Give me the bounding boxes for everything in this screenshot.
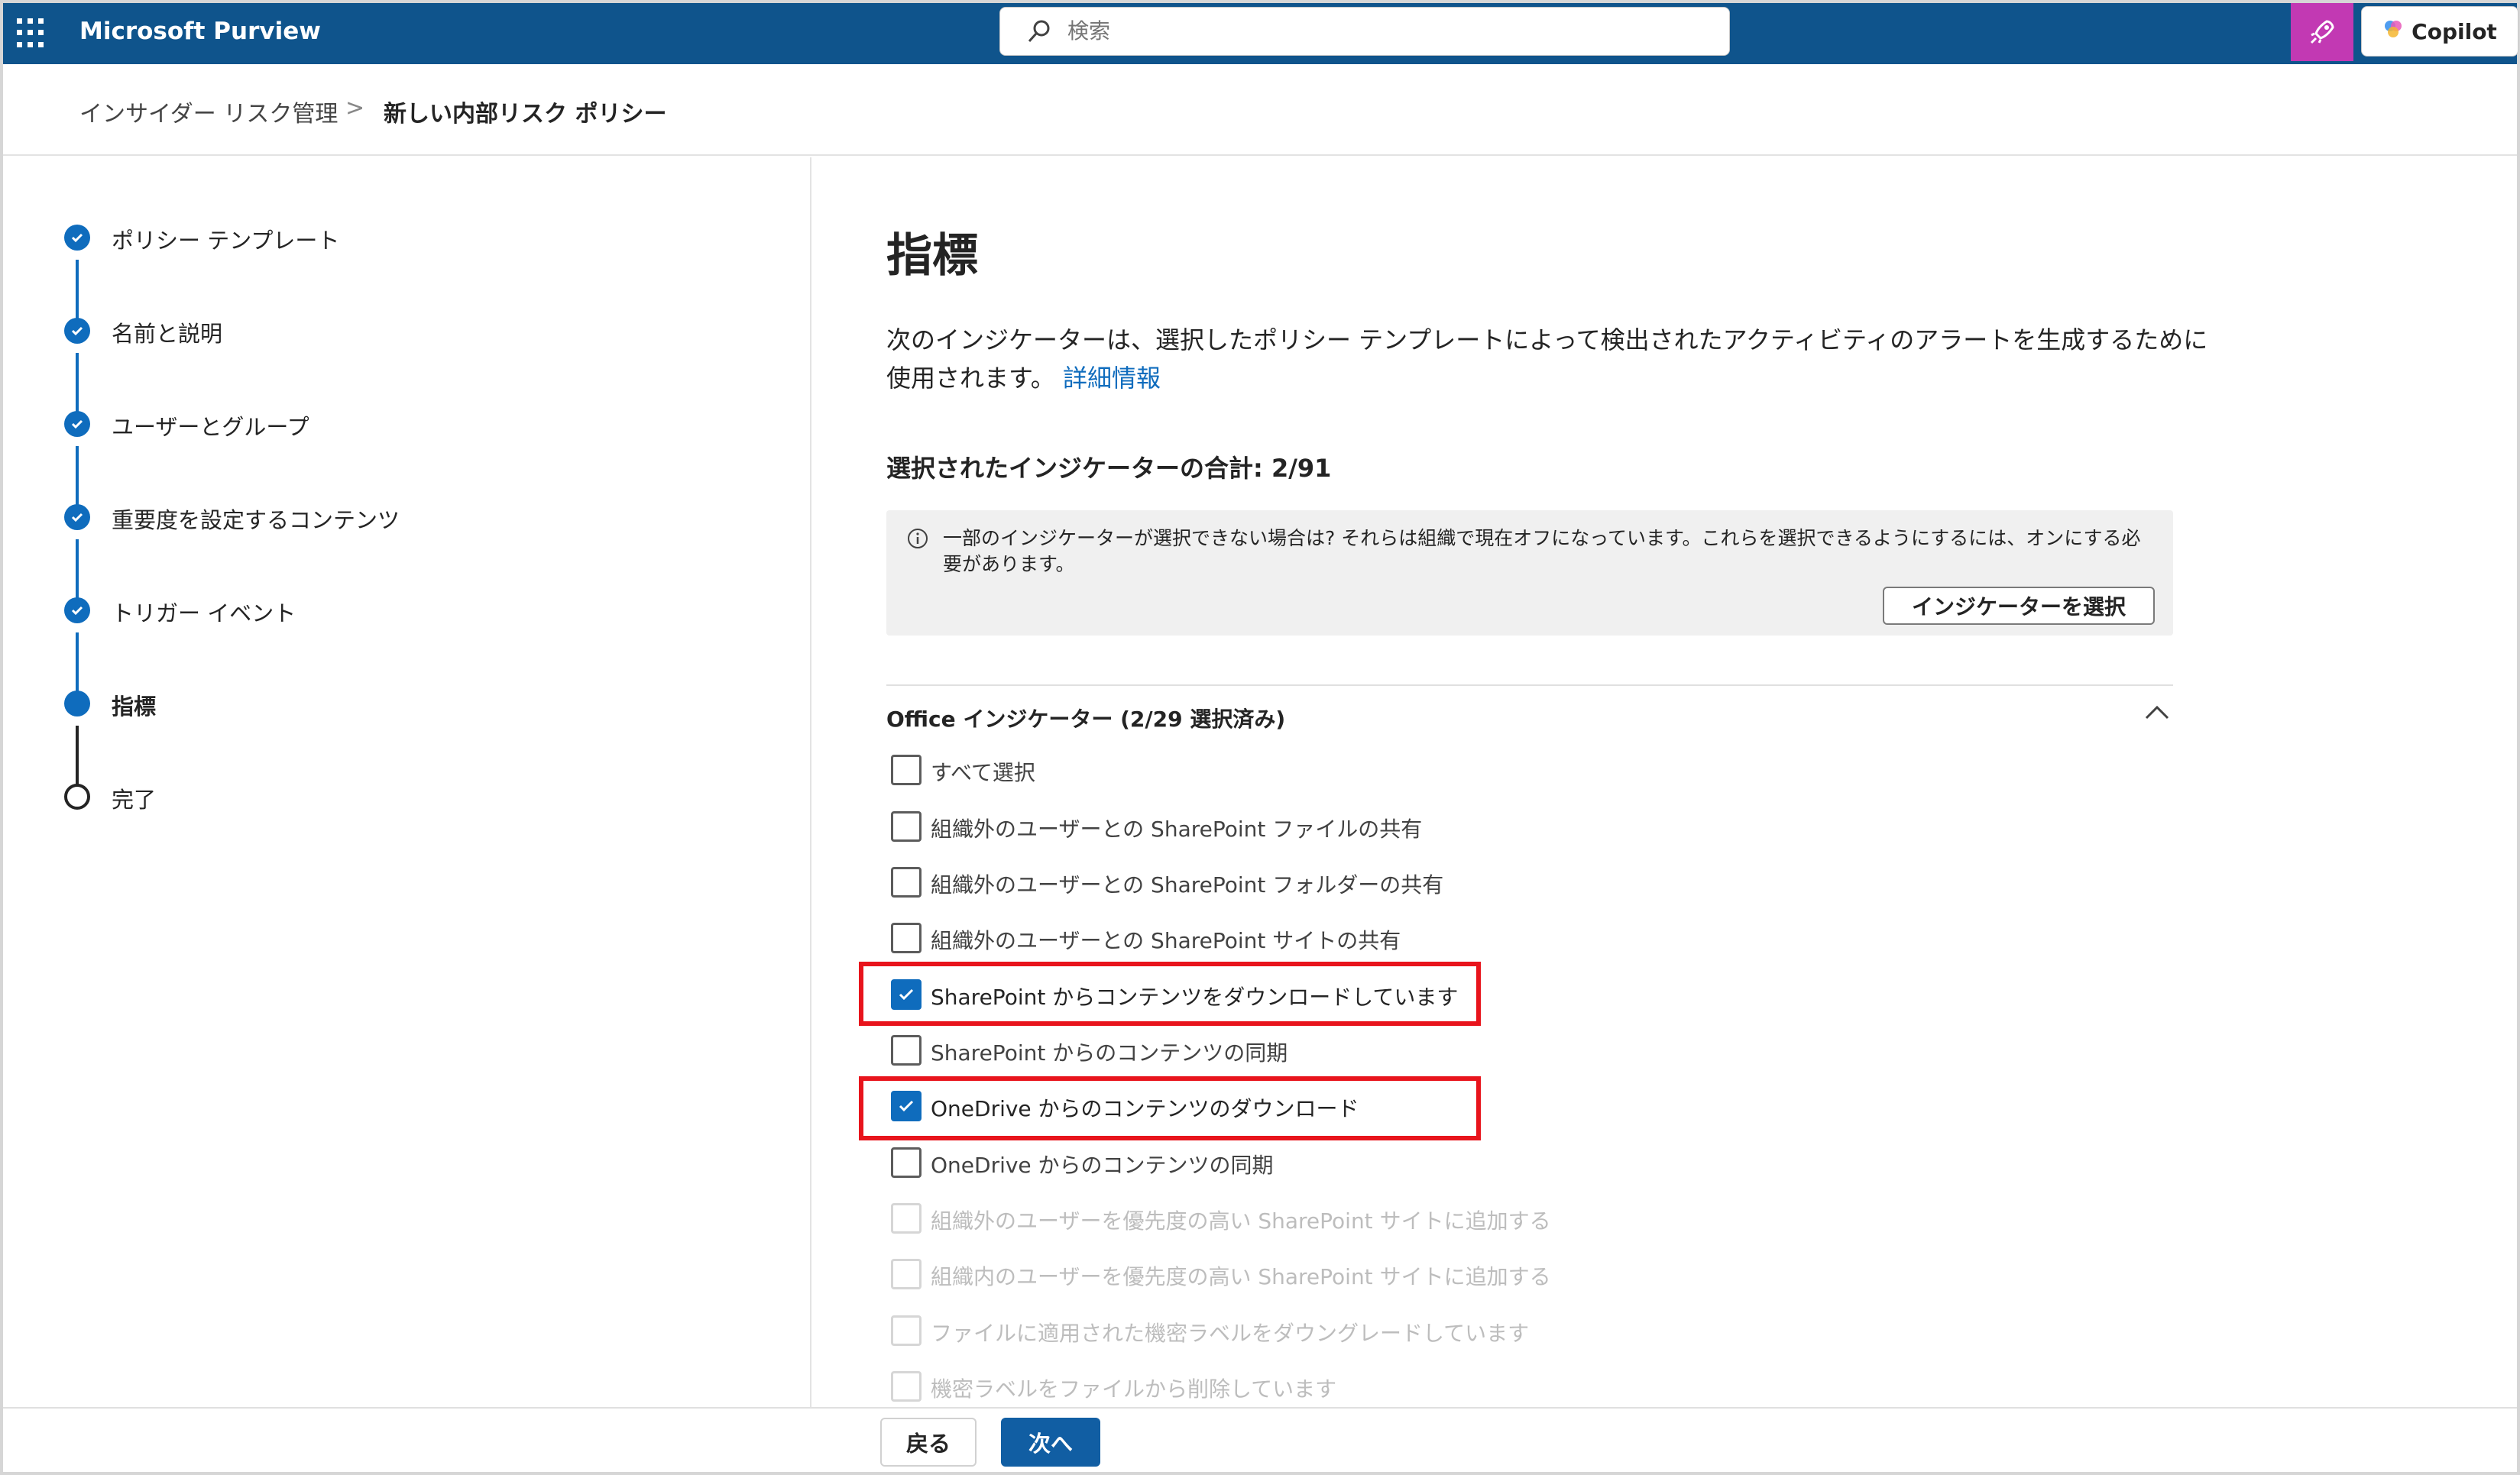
checkbox[interactable] (891, 923, 922, 953)
search-icon (1026, 18, 1052, 47)
info-message-bar: 一部のインジケーターが選択できない場合は? それらは組織で現在オフになっています… (886, 510, 2173, 636)
checkbox-label: すべて選択 (931, 760, 1035, 785)
rocket-icon[interactable] (2291, 3, 2353, 61)
checkbox-label: 機密ラベルをファイルから削除しています (931, 1376, 1337, 1402)
checkbox-label: SharePoint からのコンテンツの同期 (931, 1040, 1288, 1066)
highlight-box (859, 1076, 1481, 1140)
page-description: 次のインジケーターは、選択したポリシー テンプレートによって検出されたアクティビ… (886, 321, 2216, 397)
page-title: 指標 (886, 229, 978, 283)
next-button[interactable]: 次へ (1001, 1418, 1100, 1467)
checkbox[interactable] (891, 811, 922, 842)
breadcrumb: インサイダー リスク管理 > 新しい内部リスク ポリシー (3, 64, 2517, 156)
copilot-button[interactable]: Copilot (2361, 6, 2518, 57)
copilot-icon (2382, 18, 2404, 45)
office-indicators-header[interactable]: Office インジケーター (2/29 選択済み) (886, 703, 1285, 733)
search-input[interactable] (1067, 18, 1694, 44)
app-title: Microsoft Purview (79, 18, 321, 45)
chevron-up-icon[interactable] (2144, 704, 2170, 724)
checkbox (891, 1371, 922, 1402)
selected-indicator-total: 選択されたインジケーターの合計: 2/91 (886, 454, 1332, 483)
wizard-footer: 戻る 次へ (3, 1407, 2517, 1472)
step-connector (76, 539, 79, 602)
select-indicators-button[interactable]: インジケーターを選択 (1883, 587, 2155, 625)
checkbox[interactable] (891, 867, 922, 898)
step-connector (76, 353, 79, 416)
checkmark-icon (64, 411, 90, 437)
checkbox-label: OneDrive からのコンテンツの同期 (931, 1153, 1274, 1178)
checkbox[interactable] (891, 1035, 922, 1066)
step-label: 完了 (112, 787, 157, 813)
copilot-label: Copilot (2411, 18, 2497, 44)
step-label: ポリシー テンプレート (112, 228, 340, 254)
search-box[interactable] (999, 7, 1730, 56)
step-label: トリガー イベント (112, 600, 296, 626)
app-launcher-icon[interactable] (17, 18, 47, 49)
current-step-icon (64, 691, 90, 716)
checkbox-label: 組織外のユーザーを優先度の高い SharePoint サイトに追加する (931, 1208, 1551, 1234)
step-connector (76, 726, 79, 788)
step-label: 重要度を設定するコンテンツ (112, 507, 400, 533)
wizard-stepper: ポリシー テンプレート 名前と説明 ユーザーとグループ 重要度を設定するコンテン… (3, 157, 811, 1407)
step-connector (76, 446, 79, 509)
top-bar: Microsoft Purview Copilot (3, 3, 2518, 64)
breadcrumb-current: 新しい内部リスク ポリシー (384, 101, 667, 128)
main-content: 指標 次のインジケーターは、選択したポリシー テンプレートによって検出されたアク… (813, 157, 2517, 1407)
highlight-box (859, 962, 1481, 1026)
step-label: 名前と説明 (112, 321, 223, 347)
step-connector (76, 260, 79, 322)
step-label: 指標 (112, 694, 157, 720)
learn-more-link[interactable]: 詳細情報 (1063, 364, 1161, 393)
checkbox (891, 1315, 922, 1346)
checkbox[interactable] (891, 1147, 922, 1178)
checkmark-icon (64, 504, 90, 530)
checkbox-label: 組織外のユーザーとの SharePoint フォルダーの共有 (931, 872, 1444, 898)
section-divider (886, 684, 2173, 686)
info-message-text: 一部のインジケーターが選択できない場合は? それらは組織で現在オフになっています… (943, 527, 2141, 575)
checkmark-icon (64, 225, 90, 251)
breadcrumb-parent-link[interactable]: インサイダー リスク管理 (79, 95, 338, 128)
step-connector (76, 632, 79, 695)
pending-step-icon (64, 784, 90, 810)
breadcrumb-separator-icon: > (345, 95, 365, 121)
checkbox (891, 1203, 922, 1234)
back-button[interactable]: 戻る (880, 1418, 977, 1467)
checkmark-icon (64, 597, 90, 623)
step-label: ユーザーとグループ (112, 414, 309, 440)
checkbox-label: ファイルに適用された機密ラベルをダウングレードしています (931, 1321, 1530, 1346)
checkbox-label: 組織外のユーザーとの SharePoint サイトの共有 (931, 928, 1401, 953)
checkbox (891, 1259, 922, 1289)
checkbox[interactable] (891, 755, 922, 785)
info-icon (906, 527, 929, 553)
checkbox-label: 組織内のユーザーを優先度の高い SharePoint サイトに追加する (931, 1264, 1551, 1289)
checkmark-icon (64, 318, 90, 344)
checkbox-label: 組織外のユーザーとの SharePoint ファイルの共有 (931, 817, 1423, 842)
